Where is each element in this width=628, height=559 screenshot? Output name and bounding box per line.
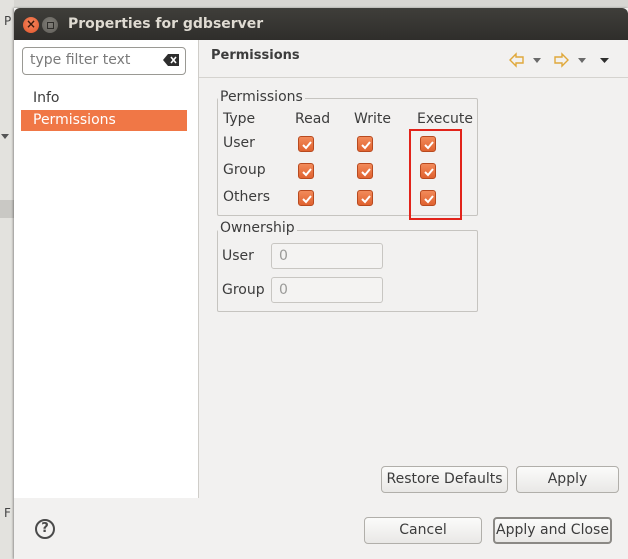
background-text-fragment: F xyxy=(4,506,11,520)
row-label-user: User xyxy=(223,135,255,151)
others-write-checkbox[interactable] xyxy=(357,190,373,206)
ownership-group-label: Ownership xyxy=(218,220,297,236)
cancel-button[interactable]: Cancel xyxy=(364,517,482,544)
window-title: Properties for gdbserver xyxy=(68,16,264,32)
owner-group-value: 0 xyxy=(279,282,288,298)
properties-dialog: × Properties for gdbserver type filter t… xyxy=(14,8,628,559)
sidebar-item-permissions[interactable]: Permissions xyxy=(21,110,187,131)
owner-user-value: 0 xyxy=(279,248,288,264)
column-header-read: Read xyxy=(295,111,331,127)
sidebar-item-info[interactable]: Info xyxy=(21,88,187,109)
column-header-execute: Execute xyxy=(417,111,473,127)
owner-group-field[interactable]: 0 xyxy=(271,277,383,303)
execute-column-highlight xyxy=(409,129,462,220)
sidebar: type filter text Info Permissions xyxy=(14,40,198,498)
close-window-button[interactable]: × xyxy=(23,17,39,33)
minimize-window-button[interactable] xyxy=(42,17,58,33)
checkmark-icon xyxy=(361,168,371,177)
group-write-checkbox[interactable] xyxy=(357,163,373,179)
checkmark-icon xyxy=(361,141,371,150)
clear-filter-icon[interactable] xyxy=(163,54,179,66)
history-navigation xyxy=(509,52,609,68)
checkmark-icon xyxy=(302,195,312,204)
owner-user-field[interactable]: 0 xyxy=(271,243,383,269)
forward-arrow-icon[interactable] xyxy=(554,52,569,68)
filter-placeholder: type filter text xyxy=(30,52,131,68)
apply-and-close-button[interactable]: Apply and Close xyxy=(493,517,612,544)
window-titlebar[interactable]: × Properties for gdbserver xyxy=(14,8,628,40)
background-application: P F xyxy=(0,0,14,559)
back-arrow-icon[interactable] xyxy=(509,52,524,68)
apply-button[interactable]: Apply xyxy=(516,466,619,493)
close-icon: × xyxy=(25,17,37,31)
checkmark-icon xyxy=(302,168,312,177)
others-read-checkbox[interactable] xyxy=(298,190,314,206)
group-read-checkbox[interactable] xyxy=(298,163,314,179)
owner-group-label: Group xyxy=(222,282,265,298)
help-icon[interactable]: ? xyxy=(35,519,55,539)
restore-defaults-button[interactable]: Restore Defaults xyxy=(381,466,508,493)
filter-input[interactable]: type filter text xyxy=(22,47,186,75)
user-read-checkbox[interactable] xyxy=(298,136,314,152)
permissions-group-label: Permissions xyxy=(218,89,305,105)
header-separator xyxy=(199,77,628,78)
column-header-type: Type xyxy=(223,111,256,127)
page-title: Permissions xyxy=(211,48,300,63)
checkmark-icon xyxy=(361,195,371,204)
background-toolbar-band xyxy=(0,200,14,218)
back-menu-chevron-down-icon[interactable] xyxy=(533,58,541,63)
pane-divider[interactable] xyxy=(198,40,199,498)
column-header-write: Write xyxy=(354,111,391,127)
user-write-checkbox[interactable] xyxy=(357,136,373,152)
checkmark-icon xyxy=(302,141,312,150)
row-label-others: Others xyxy=(223,189,271,205)
background-text-fragment: P xyxy=(4,14,12,28)
row-label-group: Group xyxy=(223,162,266,178)
forward-menu-chevron-down-icon[interactable] xyxy=(578,58,586,63)
background-dropdown-icon xyxy=(1,134,9,139)
owner-user-label: User xyxy=(222,248,254,264)
view-menu-chevron-down-icon[interactable] xyxy=(600,58,609,63)
minimize-icon xyxy=(47,22,54,29)
